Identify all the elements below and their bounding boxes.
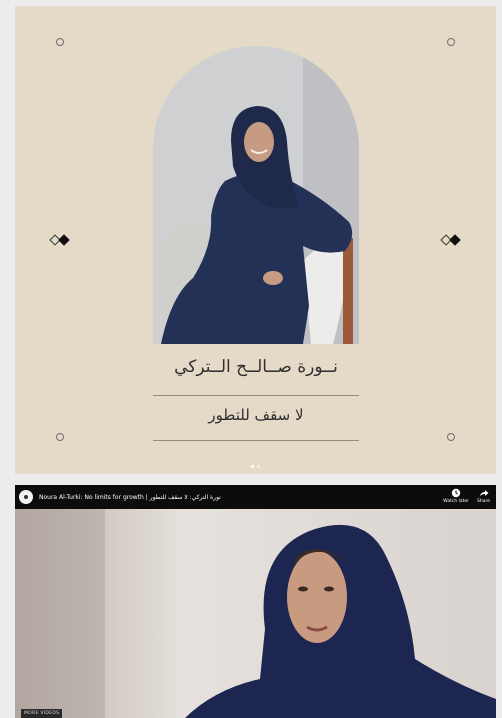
- more-videos-button[interactable]: MORE VIDEOS: [21, 709, 63, 718]
- divider-bottom: [153, 440, 359, 441]
- corner-circle-top-right: [447, 38, 455, 46]
- diamond-ornament-right: [440, 234, 462, 246]
- portrait-photo: [153, 46, 359, 344]
- profile-card[interactable]: نــورة صــالــح الــتركي لا سقف للتطور: [15, 6, 496, 474]
- watch-later-button[interactable]: Watch later: [443, 488, 469, 504]
- carousel-indicator[interactable]: [251, 465, 260, 468]
- watch-later-label: Watch later: [443, 499, 469, 504]
- diamond-ornament-left: [49, 234, 71, 246]
- corner-circle-bottom-left: [56, 433, 64, 441]
- share-label: Share: [477, 499, 490, 504]
- share-button[interactable]: Share: [477, 488, 490, 504]
- video-top-bar: Noura Al-Turki: No limits for growth | ن…: [15, 485, 496, 509]
- person-name: نــورة صــالــح الــتركي: [174, 357, 338, 377]
- carousel-dot-1[interactable]: [251, 465, 254, 468]
- share-arrow-icon: [479, 490, 488, 496]
- carousel-dot-2[interactable]: [257, 465, 260, 468]
- clock-icon: [451, 488, 461, 498]
- corner-circle-bottom-right: [447, 433, 455, 441]
- tagline: لا سقف للتطور: [208, 406, 304, 424]
- video-player[interactable]: Noura Al-Turki: No limits for growth | ن…: [15, 485, 496, 718]
- divider-top: [153, 395, 359, 396]
- channel-avatar[interactable]: [19, 490, 33, 504]
- video-thumbnail[interactable]: [15, 509, 496, 718]
- corner-circle-top-left: [56, 38, 64, 46]
- video-title[interactable]: Noura Al-Turki: No limits for growth | ن…: [39, 494, 221, 501]
